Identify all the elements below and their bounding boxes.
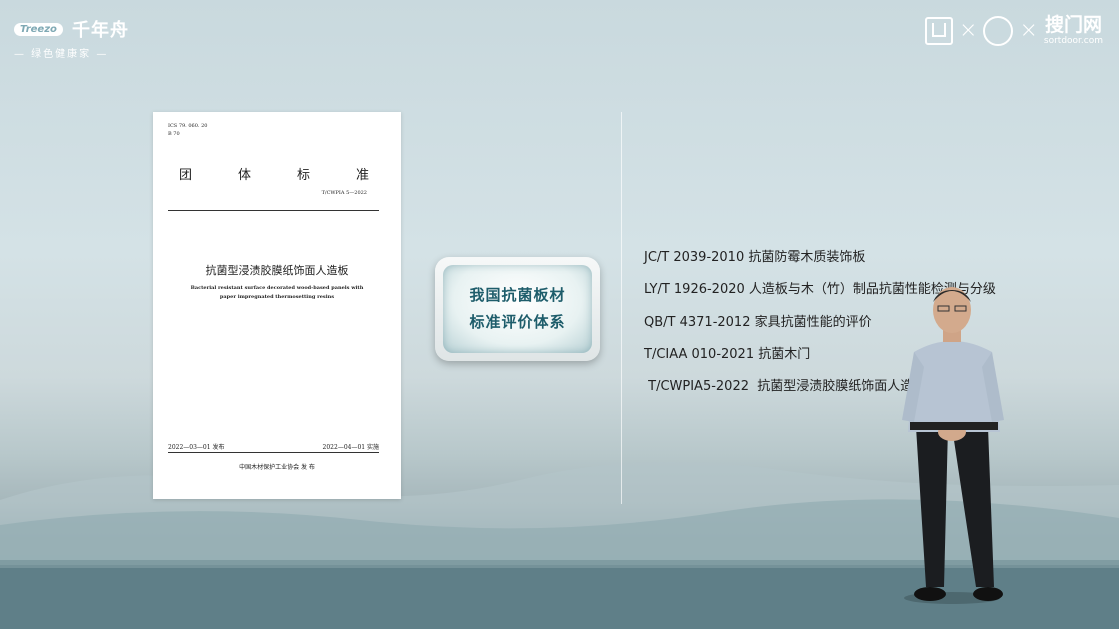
divider-line — [168, 452, 379, 453]
emblem-logo-icon — [983, 16, 1014, 46]
topic-card-inner: 我国抗菌板材 标准评价体系 — [443, 265, 592, 353]
video-frame: Treezo 千年舟 — 绿色健康家 — × × 搜门网 sortdoor.co… — [0, 0, 1119, 629]
topic-line-2: 标准评价体系 — [469, 313, 566, 331]
times-icon: × — [959, 18, 978, 43]
publisher: 中国木材保护工业协会 发 布 — [239, 464, 315, 471]
brand-logo: Treezo 千年舟 — 绿色健康家 — — [14, 16, 129, 60]
document-code: T/CWPIA 5—2022 — [321, 190, 367, 196]
topic-line-1: 我国抗菌板材 — [469, 286, 566, 304]
brand-slogan: — 绿色健康家 — — [14, 49, 109, 60]
document-ics: ICS 79. 060. 20 B 70 — [168, 122, 207, 138]
document-title: 抗菌型浸渍胶膜纸饰面人造板 — [205, 264, 349, 277]
topic-card: 我国抗菌板材 标准评价体系 — [435, 257, 600, 361]
standard-document: ICS 79. 060. 20 B 70 团 体 标 准 T/CWPIA 5—2… — [153, 112, 401, 499]
divider-line — [168, 210, 379, 211]
heading-char: 体 — [237, 168, 251, 183]
standard-item: JC/T 2039-2010 抗菌防霉木质装饰板 — [644, 250, 866, 265]
brand-name: 千年舟 — [72, 20, 130, 41]
document-type-heading: 团 体 标 准 — [179, 164, 369, 183]
partner-logos: × × 搜门网 sortdoor.com — [925, 16, 1103, 46]
heading-char: 准 — [355, 168, 369, 183]
sortdoor-logo: 搜门网 sortdoor.com — [1044, 16, 1103, 46]
ccs-code: B 70 — [168, 131, 180, 137]
vertical-divider — [621, 112, 622, 504]
sortdoor-url: sortdoor.com — [1043, 36, 1103, 46]
ics-code: ICS 79. 060. 20 — [168, 123, 208, 129]
effective-date: 2022—04—01 实施 — [322, 444, 379, 451]
brand-logo-en: Treezo — [14, 22, 63, 36]
association-logo-icon — [925, 17, 954, 45]
presenter-figure — [902, 287, 1004, 604]
issue-date: 2022—03—01 发布 — [168, 444, 225, 451]
sortdoor-name: 搜门网 — [1044, 14, 1102, 36]
heading-char: 标 — [296, 168, 310, 183]
document-english-title: Bacterial resistant surface decorated wo… — [190, 285, 364, 300]
heading-char: 团 — [179, 168, 193, 183]
times-icon: × — [1019, 18, 1038, 43]
